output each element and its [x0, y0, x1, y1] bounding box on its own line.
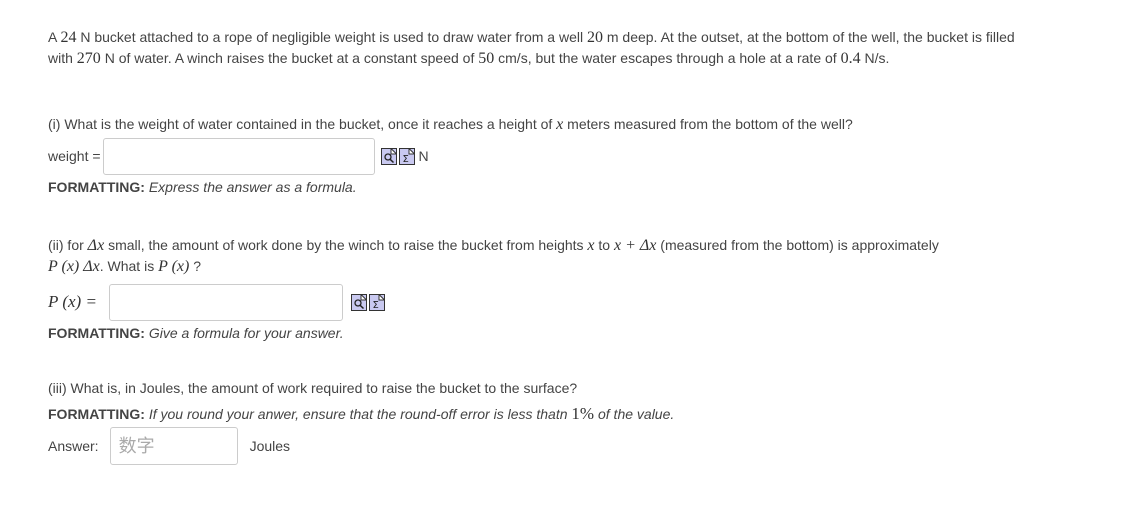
- formatting-text: Express the answer as a formula.: [148, 179, 357, 195]
- part-1: (i) What is the weight of water containe…: [48, 114, 853, 197]
- var-x: x: [587, 237, 595, 254]
- p-x-input[interactable]: [108, 283, 343, 321]
- speed-value: 50: [478, 50, 495, 67]
- part-2-question-text-5: . What is: [99, 258, 155, 274]
- percent-value: 1%: [571, 404, 595, 423]
- formatting-label: FORMATTING:: [48, 406, 145, 422]
- part-2-question-text-4: (measured from the bottom) is approximat…: [660, 237, 939, 253]
- part-1-formatting: FORMATTING: Express the answer as a form…: [48, 177, 853, 197]
- intro-text-6: cm/s, but the water escapes through a ho…: [498, 50, 837, 66]
- intro-text-7: N/s.: [864, 50, 890, 66]
- bucket-weight-value: 24: [60, 29, 77, 46]
- intro-text-4: with: [48, 50, 73, 66]
- part-3-question: (iii) What is, in Joules, the amount of …: [48, 380, 578, 396]
- part-3-formatting: FORMATTING: If you round your anwer, ens…: [48, 404, 674, 424]
- part-2-icons: Σ: [350, 293, 387, 311]
- part-2-question-text-6: ?: [193, 258, 202, 274]
- intro-text-1: A: [48, 29, 57, 45]
- formatting-text-2: of the value.: [597, 406, 675, 422]
- part-3-answer-row: Answer: Joules: [48, 427, 674, 465]
- water-weight-value: 270: [76, 50, 101, 67]
- formatting-label: FORMATTING:: [48, 325, 145, 341]
- part-1-question-text-2: meters measured from the bottom of the w…: [567, 116, 853, 132]
- preview-icon[interactable]: [350, 293, 367, 311]
- answer-label: Answer:: [48, 438, 99, 454]
- svg-text:Σ: Σ: [402, 154, 408, 165]
- formatting-text-1: If you round your anwer, ensure that the…: [148, 406, 568, 422]
- weight-label: weight =: [48, 148, 101, 164]
- intro-text-5: N of water. A winch raises the bucket at…: [104, 50, 475, 66]
- part-1-icons: Σ: [380, 147, 417, 165]
- svg-text:Σ: Σ: [372, 300, 378, 311]
- p-x: P (x): [158, 258, 190, 275]
- part-1-question-text-1: (i) What is the weight of water containe…: [48, 116, 553, 132]
- part-3: (iii) What is, in Joules, the amount of …: [48, 378, 674, 465]
- weight-input[interactable]: [102, 137, 375, 175]
- part-2-question-text-2: small, the amount of work done by the wi…: [108, 237, 584, 253]
- problem-statement: A 24 N bucket attached to a rope of negl…: [48, 27, 1108, 69]
- equation-editor-icon[interactable]: Σ: [368, 293, 385, 311]
- part-1-answer-row: weight = Σ N: [48, 137, 853, 175]
- part-2-question: (ii) for Δx small, the amount of work do…: [48, 235, 939, 277]
- joules-unit: Joules: [249, 438, 291, 454]
- well-depth-value: 20: [586, 29, 603, 46]
- answer-input[interactable]: [109, 427, 238, 465]
- preview-icon[interactable]: [380, 147, 397, 165]
- part-1-question: (i) What is the weight of water containe…: [48, 114, 853, 135]
- part-2-formatting: FORMATTING: Give a formula for your answ…: [48, 323, 939, 343]
- formatting-label: FORMATTING:: [48, 179, 145, 195]
- intro-text-3: m deep. At the outset, at the bottom of …: [606, 29, 1015, 45]
- part-2-question-text-3: to: [598, 237, 611, 253]
- part-2-question-text-1: (ii) for: [48, 237, 84, 253]
- equation-editor-icon[interactable]: Σ: [398, 147, 415, 165]
- part-2: (ii) for Δx small, the amount of work do…: [48, 235, 939, 343]
- var-x: x: [556, 116, 564, 133]
- x-plus-delta-x: x + Δx: [614, 237, 657, 254]
- problem-content: A 24 N bucket attached to a rope of negl…: [48, 27, 1108, 465]
- p-x-delta-x: P (x) Δx: [48, 258, 100, 275]
- leak-rate-value: 0.4: [840, 50, 861, 67]
- weight-unit: N: [418, 148, 429, 164]
- p-x-label: P (x) =: [48, 292, 97, 311]
- part-2-answer-row: P (x) = Σ: [48, 283, 939, 321]
- delta-x: Δx: [87, 237, 105, 254]
- intro-text-2: N bucket attached to a rope of negligibl…: [80, 29, 584, 45]
- formatting-text: Give a formula for your answer.: [148, 325, 344, 341]
